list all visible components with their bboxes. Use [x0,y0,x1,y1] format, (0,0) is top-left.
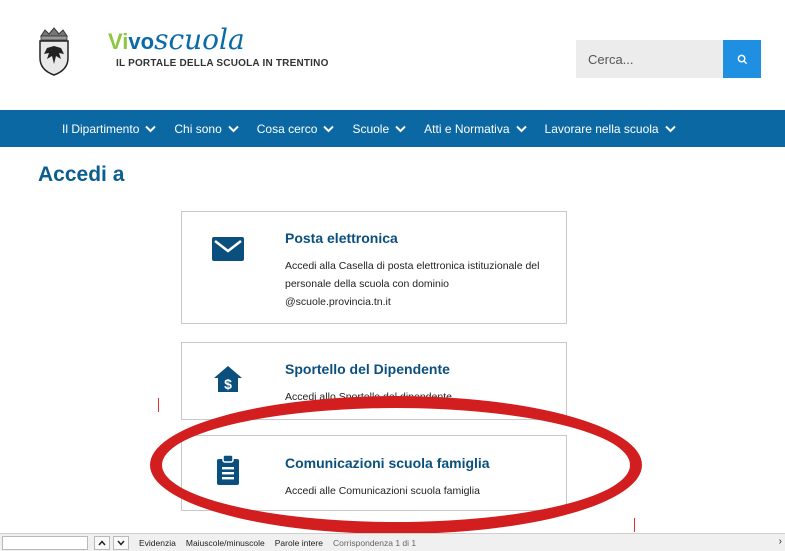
card-title: Sportello del Dipendente [285,361,450,377]
nav-item-label: Scuole [352,121,390,136]
nav-item-dipartimento[interactable]: Il Dipartimento [62,121,157,136]
house-dollar-icon: $ [212,363,244,395]
card-description: Accedi alla Casella di posta elettronica… [285,260,540,308]
nav-item-scuole[interactable]: Scuole [352,122,406,136]
card-comunicazioni-scuola-famiglia[interactable]: Comunicazioni scuola famiglia Accedi all… [181,435,567,511]
nav-item-lavorare[interactable]: Lavorare nella scuola [545,122,676,136]
clipboard-icon [212,454,244,486]
nav-item-label: Lavorare nella scuola [544,121,659,136]
find-next-button[interactable] [113,535,129,550]
chevron-down-icon [395,125,406,132]
close-icon[interactable]: › [779,536,782,547]
search-box [576,40,761,78]
page-title: Accedi a [38,163,125,186]
card-sportello-dipendente[interactable]: $ Sportello del Dipendente Accedi allo S… [181,342,567,420]
chevron-down-icon [117,540,125,546]
chevron-down-icon [228,125,239,132]
whole-words-option[interactable]: Parole intere [275,538,323,548]
card-posta-elettronica[interactable]: Posta elettronica Accedi alla Casella di… [181,211,567,324]
main-nav: Il Dipartimento Chi sono Cosa cerco Scuo… [0,110,785,147]
nav-item-label: Chi sono [174,121,222,136]
nav-item-chi-sono[interactable]: Chi sono [174,121,239,136]
find-input[interactable] [2,535,88,550]
chevron-down-icon [664,125,676,132]
nav-item-label: Atti e Normativa [424,121,510,136]
chevron-down-icon [323,125,335,132]
card-description: Accedi alle Comunicazioni scuola famigli… [285,485,480,497]
find-bar: Evidenzia Maiuscole/minuscole Parole int… [0,533,785,551]
brand-tagline: IL PORTALE DELLA SCUOLA IN TRENTINO [116,58,329,69]
highlight-all-option[interactable]: Evidenzia [139,538,176,548]
nav-item-atti-normativa[interactable]: Atti e Normativa [424,121,527,136]
brand-name: Vivoscuola [108,24,329,58]
brand-vi: Vi [108,29,129,54]
find-previous-button[interactable] [94,535,110,550]
red-mark [158,398,159,412]
red-mark [634,518,635,532]
search-icon [737,54,747,64]
envelope-icon [212,233,244,265]
trentino-crest-icon[interactable] [35,26,73,76]
brand-logo[interactable]: Vivoscuola IL PORTALE DELLA SCUOLA IN TR… [108,24,329,70]
search-button[interactable] [723,40,761,78]
match-case-option[interactable]: Maiuscole/minuscole [186,538,265,548]
chevron-up-icon [98,539,106,545]
find-status: Corrispondenza 1 di 1 [332,537,417,548]
chevron-down-icon [145,125,157,132]
nav-item-label: Il Dipartimento [62,121,140,136]
card-description: Accedi allo Sportello del dipendente [285,391,452,403]
card-title: Posta elettronica [285,230,398,246]
nav-item-cosa-cerco[interactable]: Cosa cerco [257,122,335,136]
svg-text:$: $ [224,376,232,392]
chevron-down-icon [515,125,527,132]
brand-scuola: scuola [154,23,245,56]
card-title: Comunicazioni scuola famiglia [285,455,490,471]
search-input[interactable] [576,40,723,78]
nav-item-label: Cosa cerco [256,121,318,136]
brand-vo: vo [128,29,155,54]
